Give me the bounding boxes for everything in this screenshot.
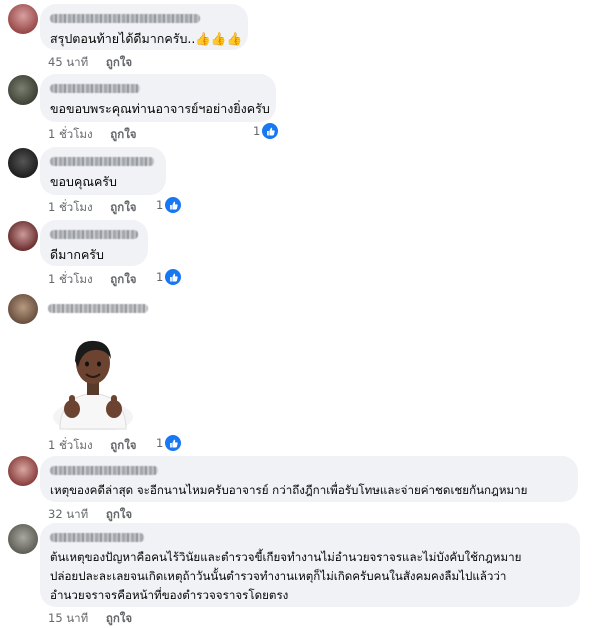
avatar[interactable] — [8, 294, 38, 324]
thumbs-up-icon — [164, 434, 183, 452]
like-link[interactable]: ถูกใจ — [106, 55, 132, 69]
reaction-summary[interactable]: 1 — [156, 268, 183, 286]
comment-text: ดีมากครับ — [50, 247, 104, 262]
comment-bubble: ต้นเหตุของปัญหาคือคนไร้วินัยและตำรวจขี้เ… — [40, 523, 580, 607]
comment-text-line: อำนวยจราจรคือหน้าที่ของตำรวจจราจรโดยตรง — [50, 588, 289, 602]
like-link[interactable]: ถูกใจ — [110, 200, 136, 214]
comment-meta: 1 ชั่วโมง ถูกใจ — [48, 437, 151, 455]
author-name-blurred[interactable] — [50, 533, 144, 542]
thumbs-up-icon — [164, 196, 183, 214]
thumbs-up-sticker[interactable] — [48, 335, 138, 435]
comment-bubble: สรุปตอนท้ายได้ดีมากครับ..👍👍👍 — [40, 4, 248, 50]
author-name-blurred[interactable] — [50, 230, 138, 239]
comment-bubble: ขอขอบพระคุณท่านอาจารย์ฯอย่างยิ่งครับ — [40, 74, 276, 122]
comment-meta: 45 นาที ถูกใจ — [48, 54, 146, 72]
author-name-blurred[interactable] — [50, 466, 158, 475]
reaction-count: 1 — [253, 124, 261, 138]
comment-text-line: ปล่อยปละละเลยจนเกิดเหตุถ้าวันนั้นตำรวจทำ… — [50, 569, 507, 583]
reaction-count: 1 — [156, 198, 164, 212]
timestamp[interactable]: 1 ชั่วโมง — [48, 200, 93, 214]
comment-bubble: ดีมากครับ — [40, 220, 148, 266]
reaction-summary[interactable]: 1 — [156, 434, 183, 452]
comment-meta: 1 ชั่วโมง ถูกใจ — [48, 271, 151, 289]
reaction-count: 1 — [156, 270, 164, 284]
reaction-count: 1 — [156, 436, 164, 450]
comment-text: ขอขอบพระคุณท่านอาจารย์ฯอย่างยิ่งครับ — [50, 101, 270, 116]
comment-meta: 1 ชั่วโมง ถูกใจ — [48, 199, 151, 217]
like-link[interactable]: ถูกใจ — [110, 438, 136, 452]
author-name-blurred[interactable] — [50, 84, 140, 93]
timestamp[interactable]: 1 ชั่วโมง — [48, 272, 93, 286]
avatar[interactable] — [8, 75, 38, 105]
thumbs-up-icon — [164, 268, 183, 286]
comment-text: ขอบคุณครับ — [50, 174, 117, 189]
timestamp[interactable]: 1 ชั่วโมง — [48, 438, 93, 452]
timestamp[interactable]: 1 ชั่วโมง — [48, 127, 93, 141]
avatar[interactable] — [8, 4, 38, 34]
author-name-blurred[interactable] — [50, 14, 200, 23]
timestamp[interactable]: 32 นาที — [48, 507, 88, 521]
comment-bubble: เหตุของคดีล่าสุด จะอีกนานไหมครับอาจารย์ … — [40, 456, 578, 502]
author-name-blurred[interactable] — [50, 157, 154, 166]
thumbs-up-icon — [261, 122, 280, 140]
avatar[interactable] — [8, 148, 38, 178]
comment-text: สรุปตอนท้ายได้ดีมากครับ..👍👍👍 — [50, 31, 243, 46]
timestamp[interactable]: 45 นาที — [48, 55, 88, 69]
like-link[interactable]: ถูกใจ — [110, 127, 136, 141]
reaction-summary[interactable]: 1 — [253, 122, 280, 140]
avatar[interactable] — [8, 456, 38, 486]
comment-text: เหตุของคดีล่าสุด จะอีกนานไหมครับอาจารย์ … — [50, 483, 528, 497]
comment-meta: 1 ชั่วโมง ถูกใจ — [48, 126, 151, 144]
comment-meta: 32 นาที ถูกใจ — [48, 506, 146, 524]
comment-meta: 15 นาที ถูกใจ — [48, 610, 146, 628]
avatar[interactable] — [8, 524, 38, 554]
author-name-blurred[interactable] — [48, 304, 148, 313]
comment-text-line: ต้นเหตุของปัญหาคือคนไร้วินัยและตำรวจขี้เ… — [50, 550, 522, 564]
reaction-summary[interactable]: 1 — [156, 196, 183, 214]
comment-bubble: ขอบคุณครับ — [40, 147, 166, 195]
like-link[interactable]: ถูกใจ — [106, 507, 132, 521]
like-link[interactable]: ถูกใจ — [110, 272, 136, 286]
avatar[interactable] — [8, 221, 38, 251]
